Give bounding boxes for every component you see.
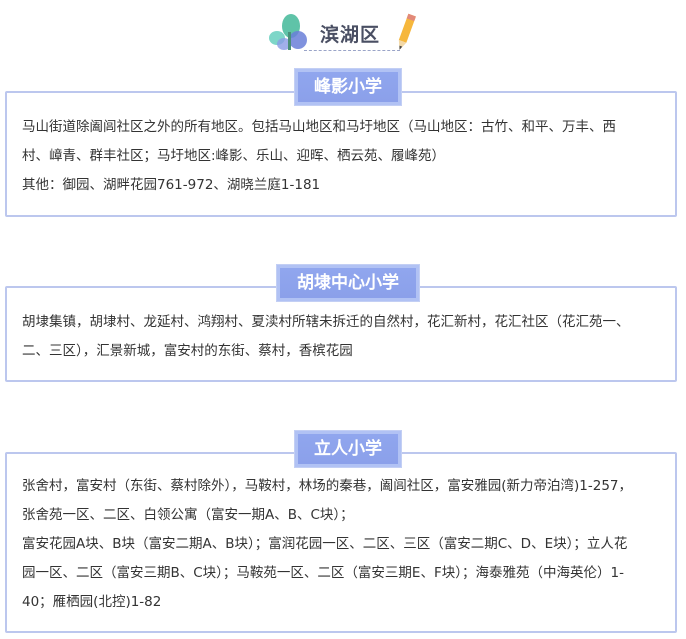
leaf-decoration-icon (269, 14, 307, 50)
text-line: 张舍苑一区、二区、白领公寓（富安一期A、B、C块）； (22, 507, 354, 523)
section-label: 立人小学 (294, 430, 402, 468)
header: 滨湖区 (0, 0, 686, 60)
district-title: 滨湖区 (320, 24, 381, 46)
text-line: 胡埭集镇，胡埭村、龙延村、鸿翔村、夏渎村所辖未拆迁的自然村，花汇新村，花汇社区（… (22, 314, 630, 330)
text-line: 富安花园A块、B块（富安二期A、B块）；富润花园一区、二区、三区（富安二期C、D… (22, 536, 628, 552)
section-label: 胡埭中心小学 (276, 264, 420, 302)
section-text: 胡埭集镇，胡埭村、龙延村、鸿翔村、夏渎村所辖未拆迁的自然村，花汇新村，花汇社区（… (22, 308, 652, 366)
section-hudai: 胡埭中心小学 胡埭集镇，胡埭村、龙延村、鸿翔村、夏渎村所辖未拆迁的自然村，花汇新… (0, 264, 686, 384)
section-liren: 立人小学 张舍村，富安村（东街、蔡村除外），马鞍村，林场的秦巷，阖闾社区，富安雅… (0, 430, 686, 635)
text-line: 其他：御园、湖畔花园761-972、湖晓兰庭1-181 (22, 177, 321, 193)
section-text: 马山街道除阖闾社区之外的所有地区。包括马山地区和马圩地区（马山地区：古竹、和平、… (22, 113, 652, 200)
text-line: 张舍村，富安村（东街、蔡村除外），马鞍村，林场的秦巷，阖闾社区，富安雅园(新力帝… (22, 478, 633, 494)
section-text: 张舍村，富安村（东街、蔡村除外），马鞍村，林场的秦巷，阖闾社区，富安雅园(新力帝… (22, 472, 652, 617)
text-line: 马山街道除阖闾社区之外的所有地区。包括马山地区和马圩地区（马山地区：古竹、和平、… (22, 119, 616, 135)
pencil-icon (398, 13, 416, 50)
title-underline (304, 50, 400, 51)
text-line: 40；雁栖园(北控)1-82 (22, 594, 162, 610)
section-label: 峰影小学 (294, 68, 402, 106)
text-line: 村、嶂青、群丰社区；马圩地区:峰影、乐山、迎晖、栖云苑、履峰苑） (22, 148, 446, 164)
text-line: 园一区、二区（富安三期B、C块）；马鞍苑一区、二区（富安三期E、F块）；海泰雅苑… (22, 565, 624, 581)
text-line: 二、三区），汇景新城，富安村的东街、蔡村，香槟花园 (22, 343, 353, 359)
section-fengying: 峰影小学 马山街道除阖闾社区之外的所有地区。包括马山地区和马圩地区（马山地区：古… (0, 68, 686, 218)
